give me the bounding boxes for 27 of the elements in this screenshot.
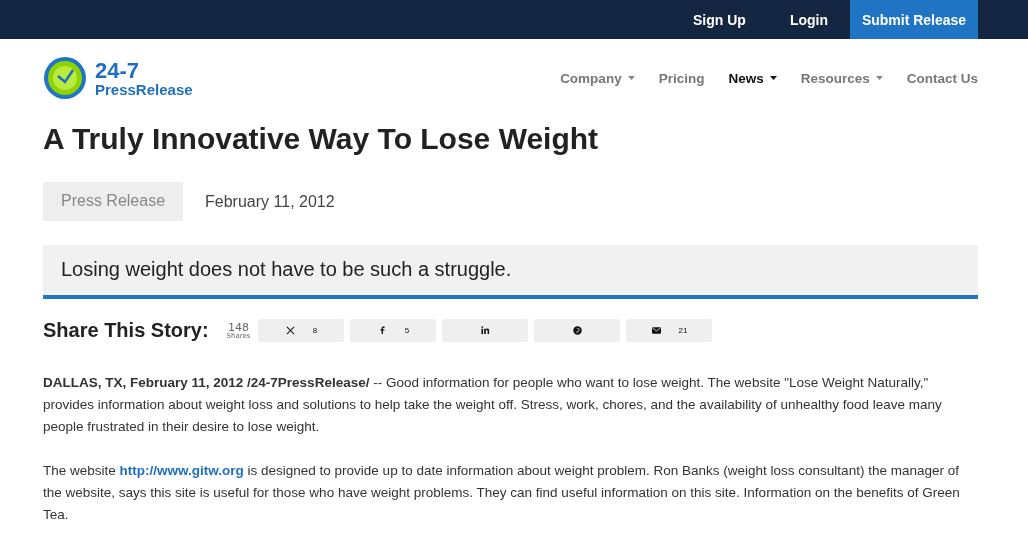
share-button[interactable] (534, 319, 621, 342)
submit-button[interactable]: Submit Release (850, 0, 978, 39)
linkedin-icon (480, 326, 490, 335)
logo-text: 24-7 (95, 59, 141, 82)
top-link[interactable]: Sign Up (671, 0, 768, 39)
article-title: A Truly Innovative Way To Lose Weight (43, 122, 600, 156)
nav-link[interactable]: Resources (800, 70, 883, 86)
top-link[interactable]: Login (767, 0, 850, 39)
nav-link[interactable]: Company (560, 70, 635, 86)
body-paragraph: The website http://www.gitw.org is designed to provide up to date information about weight problem. Ron Banks (weight loss consultant) the manager of the website, says this site is useful for those who have weight problems. They can find useful information on this site. Information on the benefits of Green Tea. (43, 462, 961, 524)
facebook-icon (377, 326, 387, 335)
email-icon (651, 326, 661, 335)
share-button[interactable]: 21 (626, 319, 713, 342)
share-button[interactable]: 8 (258, 319, 345, 342)
summary-box: Losing weight does not have to be such a struggle. (43, 245, 978, 299)
share-button[interactable]: 5 (350, 319, 437, 342)
date-text: February 11, 2012 (205, 192, 335, 211)
website-link[interactable]: http://www.gitw.org (119, 463, 244, 478)
x-icon (285, 326, 295, 335)
share-heading: Share This Story: (43, 319, 209, 342)
share-count: 148 (228, 321, 250, 333)
body-paragraph: DALLAS, TX, February 11, 2012 /24-7PressRelease/ -- Good information for people who want to lose weight. The website "Lose Weight Naturally," provides information about weight loss and solutions to help take the weight off. Stress, work, chores, and the availability of unhealthy food leave many people frustrated in their desire to lose weight. (43, 374, 943, 436)
nav-link[interactable]: Pricing (658, 70, 705, 86)
nav-link[interactable]: Contact Us (906, 70, 978, 86)
nav-link[interactable]: News (728, 70, 777, 86)
logo-text: PressRelease (95, 81, 193, 97)
category-label: Press Release (43, 182, 184, 221)
